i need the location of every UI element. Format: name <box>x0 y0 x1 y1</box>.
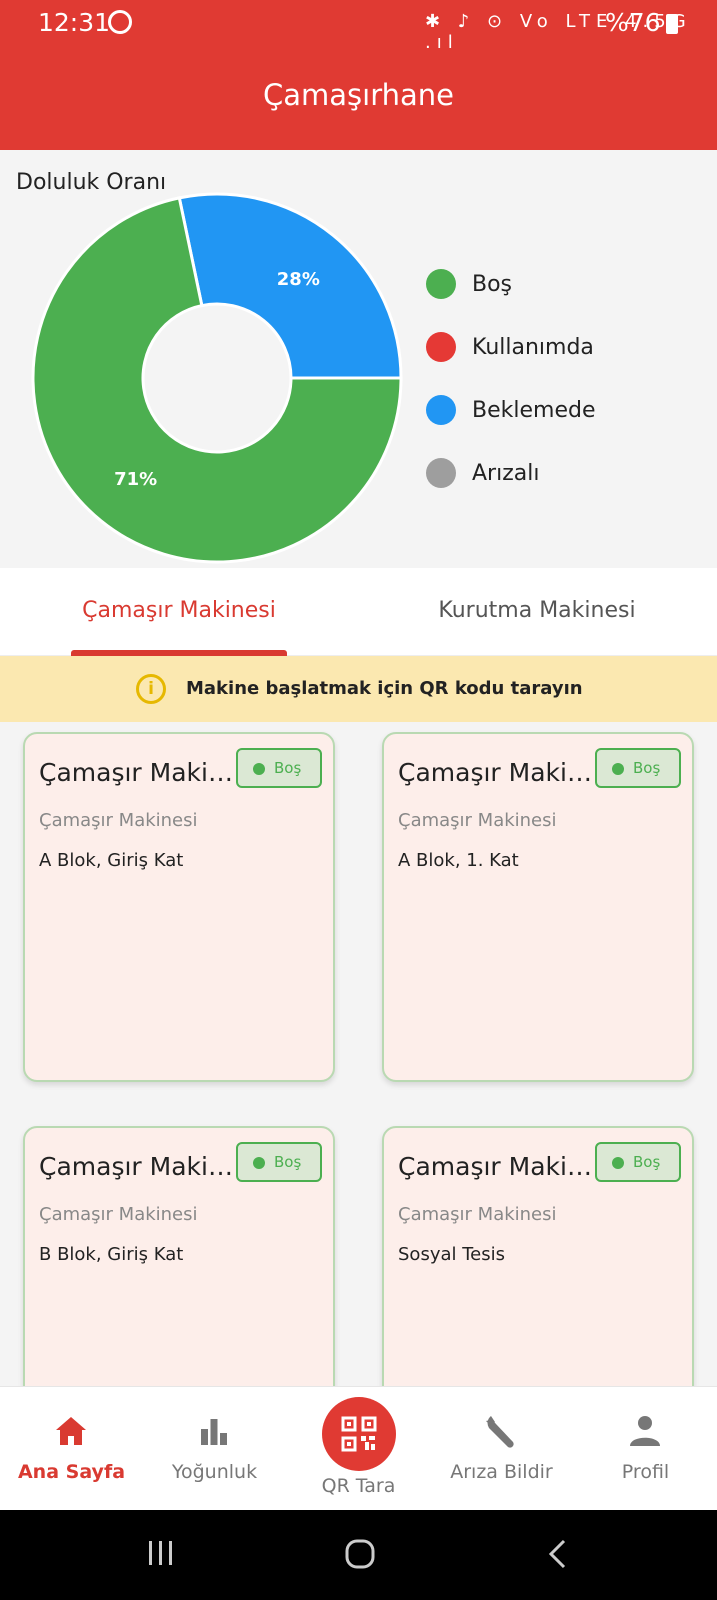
status-dot <box>612 763 624 775</box>
info-banner: i Makine başlatmak için QR kodu tarayın <box>0 656 717 722</box>
status-label: Boş <box>274 1153 302 1171</box>
info-icon: i <box>136 674 166 704</box>
legend-label: Beklemede <box>472 398 596 423</box>
slice-value-label: 71% <box>114 469 157 490</box>
back-icon[interactable] <box>546 1538 568 1570</box>
machine-title: Çamaşır Makinesi <box>398 1152 598 1181</box>
banner-text: Makine başlatmak için QR kodu tarayın <box>186 678 583 699</box>
occupancy-donut-chart: 28% 71% <box>31 192 403 564</box>
slice-value-label: 28% <box>277 269 320 290</box>
machine-card[interactable]: Çamaşır Makinesi Boş Çamaşır Makinesi So… <box>382 1126 694 1386</box>
machine-card[interactable]: Çamaşır Makinesi Boş Çamaşır Makinesi B … <box>23 1126 335 1386</box>
battery-icon <box>666 14 678 34</box>
status-dot <box>612 1157 624 1169</box>
legend-dot-arizali <box>426 458 456 488</box>
nav-yogunluk[interactable]: Yoğunluk <box>143 1387 286 1511</box>
page-title: Çamaşırhane <box>263 78 454 112</box>
status-badge: Boş <box>595 1142 681 1182</box>
machine-title: Çamaşır Makinesi <box>398 758 598 787</box>
machine-type: Çamaşır Makinesi <box>398 810 557 831</box>
machine-type-tabs: Çamaşır Makinesi Kurutma Makinesi <box>0 568 717 656</box>
qr-scan-button[interactable] <box>322 1397 396 1471</box>
nav-label: Profil <box>621 1461 670 1483</box>
machine-location: B Blok, Giriş Kat <box>39 1244 184 1265</box>
status-label: Boş <box>633 759 661 777</box>
machine-type: Çamaşır Makinesi <box>39 810 198 831</box>
machine-type: Çamaşır Makinesi <box>39 1204 198 1225</box>
machine-card[interactable]: Çamaşır Makinesi Boş Çamaşır Makinesi A … <box>382 732 694 1082</box>
nav-label: Yoğunluk <box>171 1461 258 1483</box>
status-badge: Boş <box>236 748 322 788</box>
legend-label: Boş <box>472 272 513 297</box>
status-time: 12:31 <box>38 8 111 37</box>
legend-dot-beklemede <box>426 395 456 425</box>
machine-location: Sosyal Tesis <box>398 1244 505 1265</box>
battery-percent: %76 <box>605 8 661 37</box>
legend-label: Kullanımda <box>472 335 594 360</box>
system-navigation-bar <box>0 1510 717 1600</box>
status-dot <box>253 763 265 775</box>
bottom-navigation: Ana Sayfa Yoğunluk QR Tara Arıza Bildir … <box>0 1386 717 1510</box>
whatsapp-icon <box>108 10 132 34</box>
legend-label: Arızalı <box>472 461 540 486</box>
tab-camasir-makinesi[interactable]: Çamaşır Makinesi <box>0 568 358 656</box>
nav-qr-tara[interactable]: QR Tara <box>287 1387 430 1511</box>
machine-type: Çamaşır Makinesi <box>398 1204 557 1225</box>
status-badge: Boş <box>236 1142 322 1182</box>
machine-location: A Blok, 1. Kat <box>398 850 519 871</box>
status-label: Boş <box>633 1153 661 1171</box>
nav-label: Arıza Bildir <box>450 1461 553 1483</box>
recent-apps-icon[interactable] <box>146 1538 176 1568</box>
tab-kurutma-makinesi[interactable]: Kurutma Makinesi <box>358 568 716 656</box>
status-label: Boş <box>274 759 302 777</box>
machine-title: Çamaşır Makinesi <box>39 758 239 787</box>
qr-code-icon <box>341 1416 377 1452</box>
nav-ana-sayfa[interactable]: Ana Sayfa <box>0 1387 143 1511</box>
home-button-icon[interactable] <box>344 1538 376 1570</box>
status-dot <box>253 1157 265 1169</box>
nav-ariza-bildir[interactable]: Arıza Bildir <box>430 1387 573 1511</box>
occupancy-section: Doluluk Oranı 28% 71% Boş Kullanımda Bekl… <box>0 150 717 568</box>
status-bar: 12:31 ✱ ♪ ⊙ Vo LTE 4.5G .ıl %76 <box>0 0 717 53</box>
home-icon <box>56 1417 86 1445</box>
wrench-icon <box>486 1416 514 1448</box>
legend-dot-bos <box>426 269 456 299</box>
status-badge: Boş <box>595 748 681 788</box>
machine-card[interactable]: Çamaşır Makinesi Boş Çamaşır Makinesi A … <box>23 732 335 1082</box>
app-header: 12:31 ✱ ♪ ⊙ Vo LTE 4.5G .ıl %76 Çamaşırh… <box>0 0 717 150</box>
person-icon <box>630 1416 660 1446</box>
machine-list: Çamaşır Makinesi Boş Çamaşır Makinesi A … <box>0 722 717 1386</box>
nav-label: Ana Sayfa <box>17 1461 126 1483</box>
bar-chart-icon <box>201 1419 227 1445</box>
nav-label: QR Tara <box>321 1475 396 1497</box>
legend-dot-kullanimda <box>426 332 456 362</box>
nav-profil[interactable]: Profil <box>574 1387 717 1511</box>
machine-title: Çamaşır Makinesi <box>39 1152 239 1181</box>
machine-location: A Blok, Giriş Kat <box>39 850 184 871</box>
